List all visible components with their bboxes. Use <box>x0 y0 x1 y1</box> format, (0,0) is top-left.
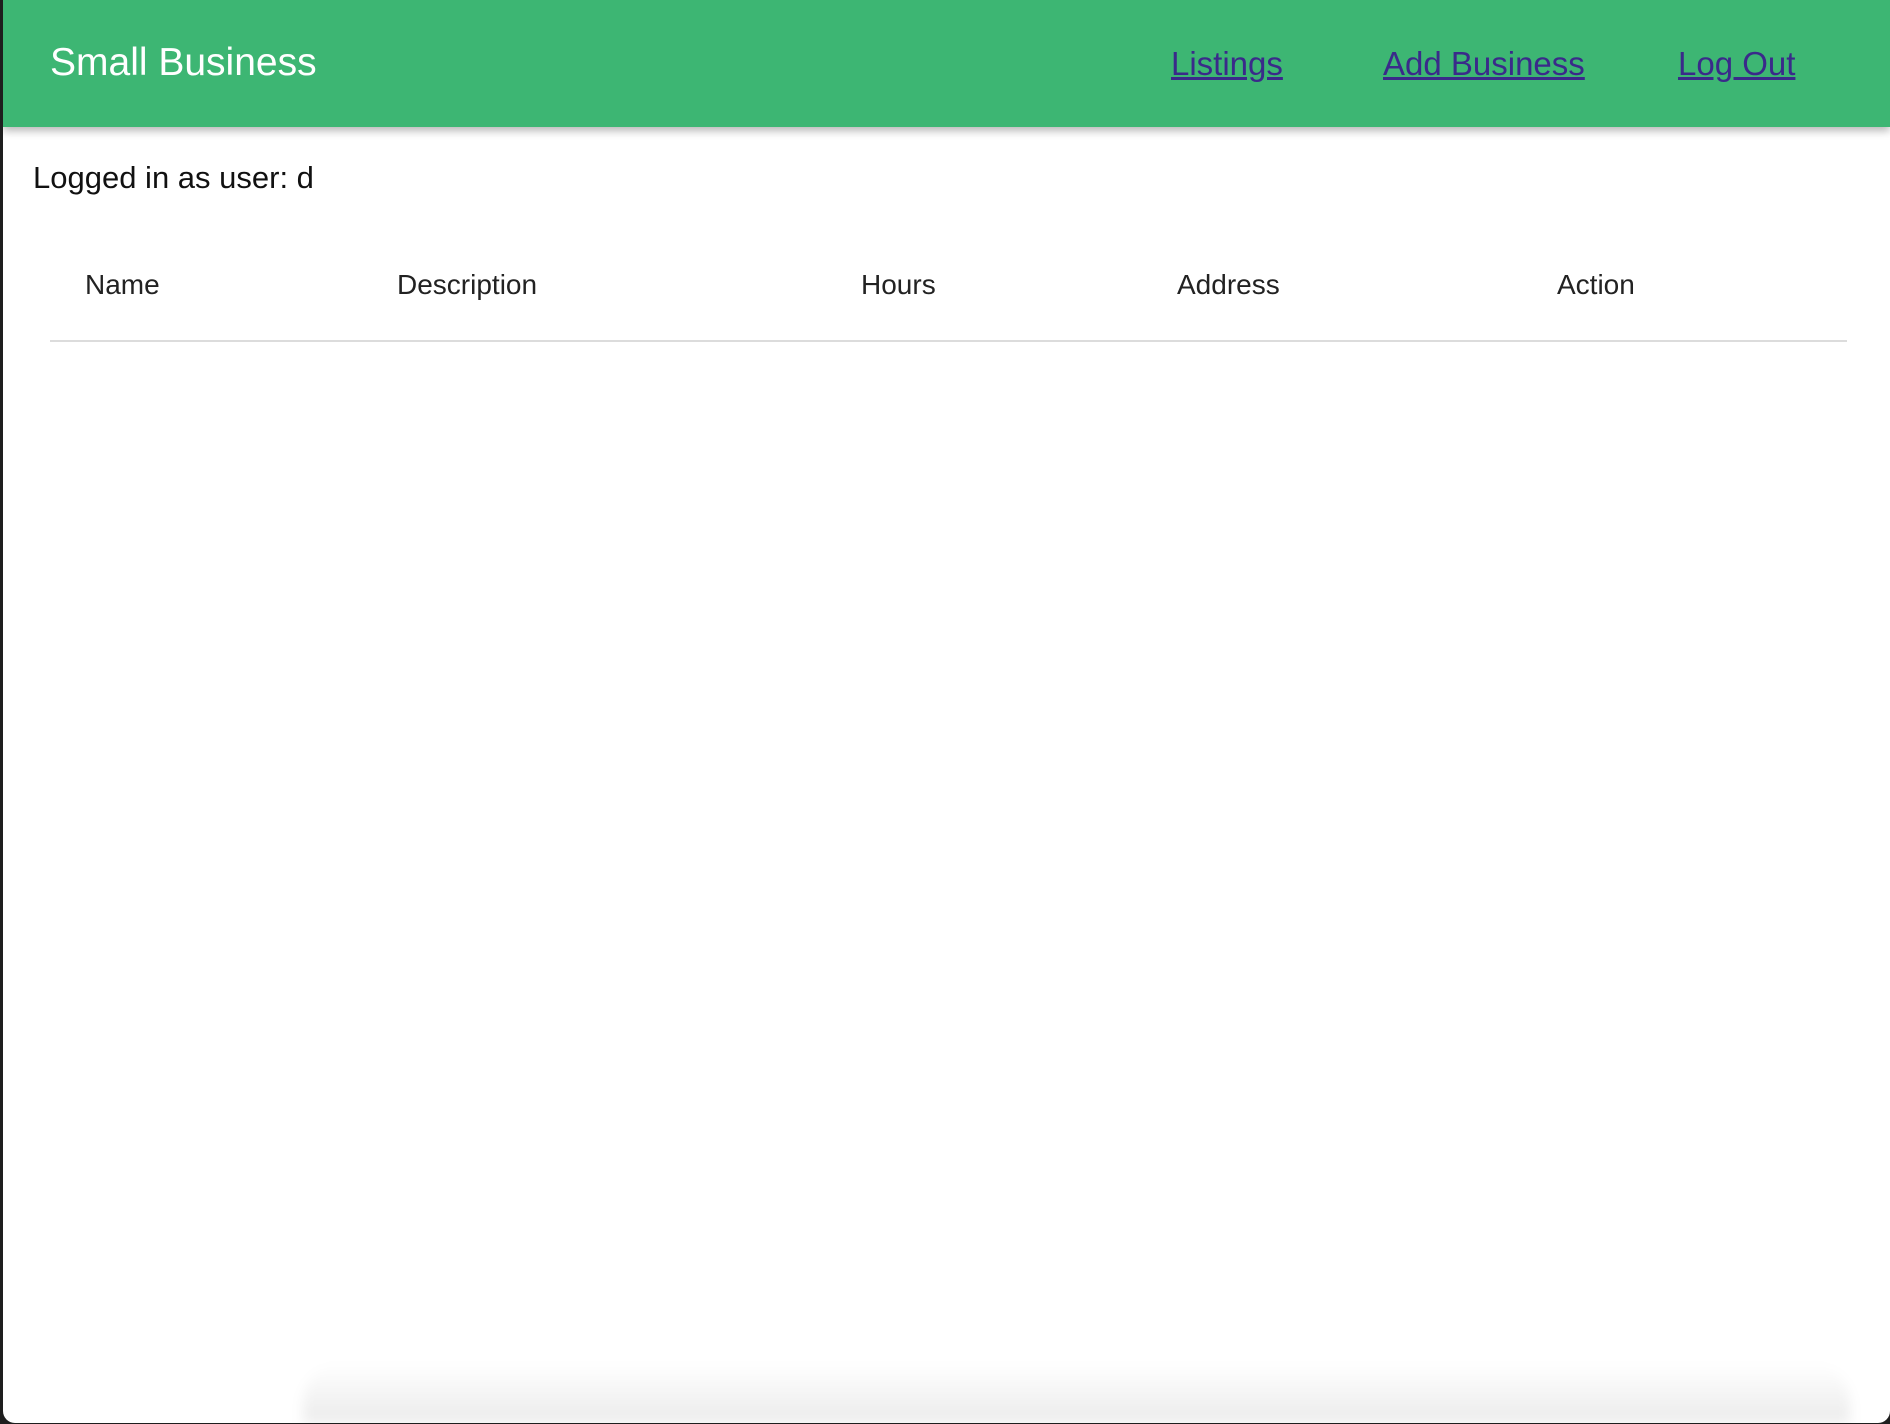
business-listings-table: Name Description Hours Address Action <box>50 230 1847 342</box>
nav-link-log-out[interactable]: Log Out <box>1678 44 1795 84</box>
column-header-hours: Hours <box>861 269 936 300</box>
nav-link-add-business[interactable]: Add Business <box>1383 44 1585 84</box>
bottom-shadow-decoration <box>303 1363 1850 1423</box>
column-header-description: Description <box>397 269 538 300</box>
app-window: Small Business Listings Add Business Log… <box>3 0 1890 1423</box>
column-header-address: Address <box>1177 269 1280 300</box>
top-app-bar: Small Business Listings Add Business Log… <box>3 0 1890 127</box>
table-header-row: Name Description Hours Address Action <box>50 230 1847 342</box>
brand-title: Small Business <box>50 41 317 84</box>
logged-in-user-text: Logged in as user: d <box>33 160 314 195</box>
nav-link-listings[interactable]: Listings <box>1171 44 1283 84</box>
column-header-name: Name <box>85 269 160 300</box>
column-header-action: Action <box>1557 269 1635 300</box>
